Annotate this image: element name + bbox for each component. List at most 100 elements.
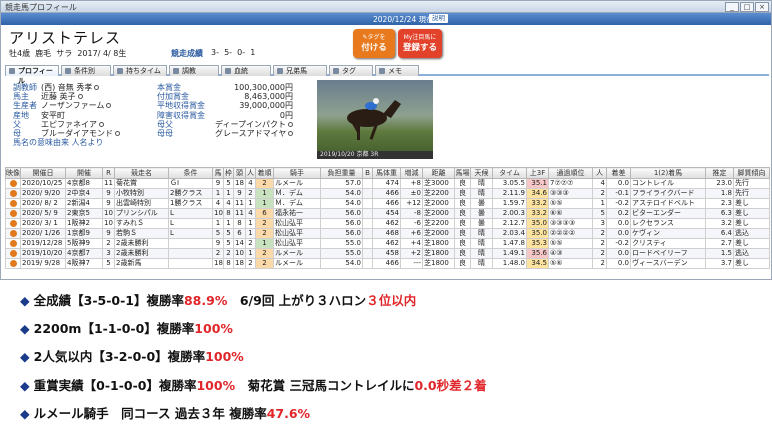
column-header[interactable]: 1(2)着馬 <box>630 167 706 179</box>
video-play-icon[interactable] <box>9 209 17 217</box>
video-play-icon[interactable] <box>9 179 17 187</box>
table-row[interactable]: 2019/ 9/28 4阪神7 5 2歳新馬 18 8 18 2 2 ルメール 54.0 466 ---… <box>5 258 770 269</box>
column-header[interactable]: 天候 <box>470 167 493 179</box>
tab-conditions[interactable]: 条件別 <box>61 65 111 76</box>
search-icon[interactable] <box>106 103 112 109</box>
video-cell[interactable] <box>5 238 21 249</box>
table-cell[interactable]: レクセランス <box>630 218 706 229</box>
table-cell[interactable]: 福永祐一 <box>273 208 321 219</box>
maximize-button[interactable]: □ <box>740 2 754 12</box>
profile-row-dam[interactable]: 母 ブルーダイアモンド <box>13 129 120 138</box>
column-header[interactable]: 人 <box>592 167 607 179</box>
table-cell[interactable]: 菊花賞 <box>114 178 169 189</box>
close-button[interactable]: × <box>755 2 769 12</box>
column-header[interactable]: 映像 <box>5 167 21 179</box>
column-header[interactable]: 推定 <box>705 167 734 179</box>
column-header[interactable]: 上3F <box>526 167 549 179</box>
table-cell[interactable]: ケヴィン <box>630 228 706 239</box>
help-button[interactable]: 説明 <box>429 14 448 23</box>
search-icon[interactable] <box>77 94 83 100</box>
column-header[interactable]: 増減 <box>400 167 423 179</box>
video-play-icon[interactable] <box>9 219 17 227</box>
table-cell[interactable]: フライライクバード <box>630 188 706 199</box>
column-header[interactable]: 馬体重 <box>372 167 401 179</box>
video-play-icon[interactable] <box>9 229 17 237</box>
horse-photo[interactable]: 2019/10/20 京都 3R <box>317 80 433 159</box>
search-icon[interactable] <box>288 131 294 137</box>
table-cell[interactable]: すみれＳ <box>114 218 169 229</box>
column-header[interactable]: 馬 <box>212 167 224 179</box>
column-header[interactable]: 着順 <box>255 167 274 179</box>
column-header[interactable]: 負担重量 <box>320 167 363 179</box>
register-favorite-button[interactable]: My注目馬に 登録する <box>398 29 442 58</box>
table-row[interactable]: 2019/10/20 4京都7 3 2歳未勝利 2 2 10 1 2 ルメール 55.0 458 +2 芝… <box>5 248 770 259</box>
column-header[interactable]: 着差 <box>606 167 631 179</box>
prize-row[interactable]: 母母 グレースアドマイヤ <box>157 129 294 138</box>
tab-profile[interactable]: プロフィール <box>5 65 59 85</box>
column-header[interactable]: 騎手 <box>273 167 321 179</box>
profile-row-breeder[interactable]: 生産者 ノーザンファーム <box>13 101 120 110</box>
video-play-icon[interactable] <box>9 239 17 247</box>
column-header[interactable]: 距離 <box>422 167 455 179</box>
table-cell[interactable]: 2歳新馬 <box>114 258 169 269</box>
add-tag-button[interactable]: ✎タグを 付ける <box>353 29 395 58</box>
prize-row[interactable]: 母父 ディープインパクト <box>157 120 293 129</box>
video-cell[interactable] <box>5 198 21 209</box>
search-icon[interactable] <box>99 121 104 127</box>
table-row[interactable]: 2020/ 3/ 1 1阪神2 10 すみれＳ L 1 1 8 1 2 松山弘平 56.0 462 -6 芝… <box>5 218 770 229</box>
table-cell[interactable]: クリスティ <box>630 238 706 249</box>
minimize-button[interactable]: _ <box>725 2 739 12</box>
table-cell[interactable]: 出雲崎特別 <box>114 198 169 209</box>
column-header[interactable]: 人 <box>245 167 256 179</box>
table-cell[interactable]: ルメール <box>273 258 321 269</box>
video-play-icon[interactable] <box>9 189 17 197</box>
table-cell[interactable]: ロードベイリーフ <box>630 248 706 259</box>
table-cell[interactable]: 2歳未勝利 <box>114 248 169 259</box>
tab-training[interactable]: 調教 <box>169 65 219 76</box>
tab-best-times[interactable]: 持ちタイム <box>113 65 167 76</box>
column-header[interactable]: 馬場 <box>454 167 471 179</box>
table-cell[interactable]: 2歳未勝利 <box>114 238 169 249</box>
table-row[interactable]: 2019/12/28 5阪神9 2 2歳未勝利 9 5 14 2 1 松山弘平 55.0 462 +4 芝… <box>5 238 770 249</box>
video-play-icon[interactable] <box>9 199 17 207</box>
video-play-icon[interactable] <box>9 259 17 267</box>
column-header[interactable]: 通過順位 <box>548 167 593 179</box>
table-cell[interactable]: ビターエンダー <box>630 208 706 219</box>
tab-memo[interactable]: メモ <box>375 65 419 76</box>
column-header[interactable]: 競走名 <box>114 167 169 179</box>
profile-row-sire[interactable]: 父 エピファネイア <box>13 120 120 129</box>
video-cell[interactable] <box>5 258 21 269</box>
table-cell[interactable]: コントレイル <box>630 178 706 189</box>
video-cell[interactable] <box>5 178 21 189</box>
video-cell[interactable] <box>5 228 21 239</box>
video-play-icon[interactable] <box>9 249 17 257</box>
column-header[interactable]: 脚質傾向 <box>733 167 770 179</box>
table-row[interactable]: 2020/ 8/ 2 2新潟4 9 出雲崎特別 1勝クラス 4 4 11 1 1 Ｍ．デム 54.0 4… <box>5 198 770 209</box>
search-icon[interactable] <box>115 131 120 137</box>
table-cell[interactable]: Ｍ．デム <box>273 198 321 209</box>
video-cell[interactable] <box>5 208 21 219</box>
table-cell[interactable]: 小牧特別 <box>114 188 169 199</box>
table-cell[interactable]: ルメール <box>273 248 321 259</box>
table-cell[interactable]: 松山弘平 <box>273 218 321 229</box>
video-cell[interactable] <box>5 218 21 229</box>
column-header[interactable]: B <box>362 167 373 179</box>
table-cell[interactable]: 若駒Ｓ <box>114 228 169 239</box>
table-row[interactable]: 2020/ 9/20 2中京4 9 小牧特別 2勝クラス 1 1 9 2 1 Ｍ．デム 54.0 466… <box>5 188 770 199</box>
table-cell[interactable]: 松山弘平 <box>273 228 321 239</box>
search-icon[interactable] <box>287 121 293 127</box>
tab-pedigree[interactable]: 血統 <box>221 65 271 76</box>
video-cell[interactable] <box>5 248 21 259</box>
column-header[interactable]: 条件 <box>168 167 213 179</box>
table-cell[interactable]: Ｍ．デム <box>273 188 321 199</box>
column-header[interactable]: 開催 <box>65 167 103 179</box>
search-icon[interactable] <box>94 85 100 90</box>
column-header[interactable]: 枠 <box>223 167 234 179</box>
column-header[interactable]: R <box>102 167 115 179</box>
table-cell[interactable]: ヴィースバーデン <box>630 258 706 269</box>
table-row[interactable]: 2020/ 5/ 9 2東京5 10 プリンシパル L 10 8 11 4 6 福永祐一 56.0 45… <box>5 208 770 219</box>
column-header[interactable]: 開催日 <box>20 167 66 179</box>
column-header[interactable]: 頭 <box>233 167 246 179</box>
tab-siblings[interactable]: 兄弟馬 <box>273 65 327 76</box>
table-cell[interactable]: アステロイドベルト <box>630 198 706 209</box>
